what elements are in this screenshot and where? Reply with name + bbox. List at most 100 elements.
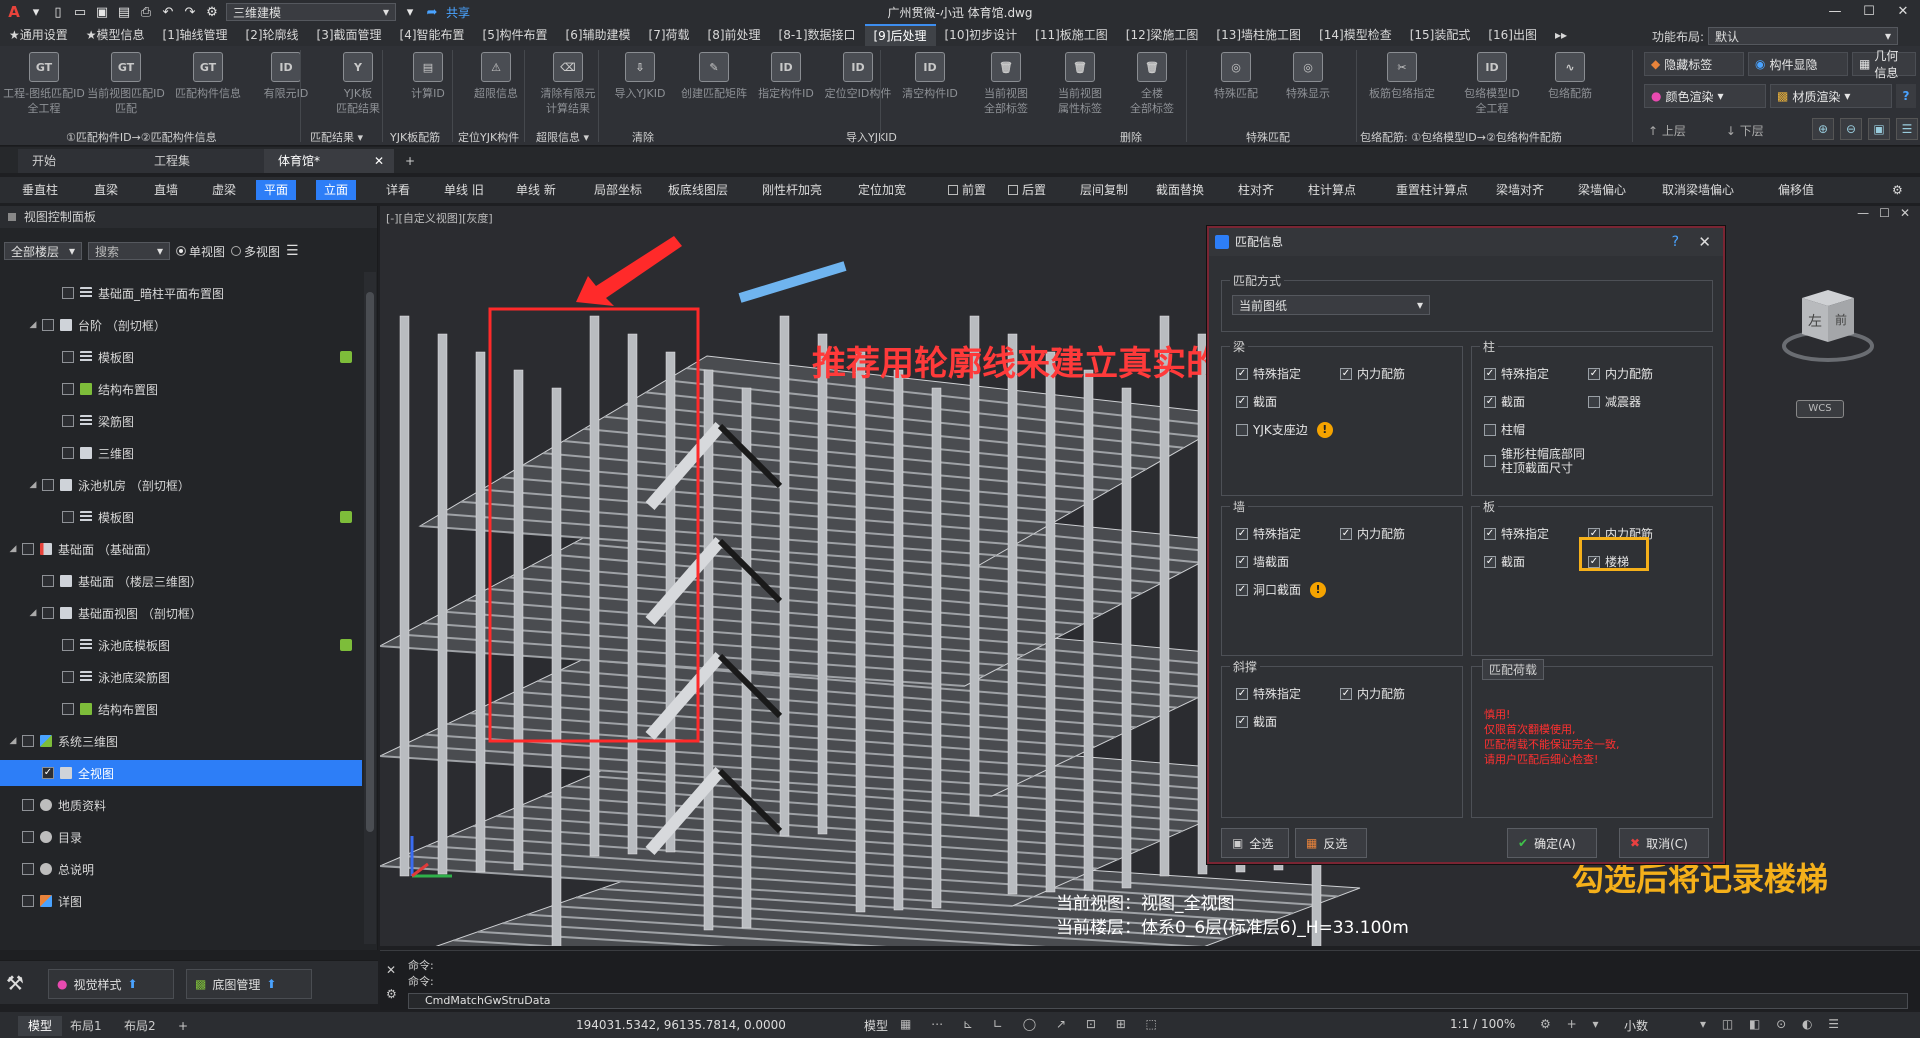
expand-arrow-icon[interactable]: ◢: [28, 608, 38, 618]
dialog-title-bar[interactable]: 匹配信息 ? ✕: [1209, 228, 1723, 256]
tree-checkbox[interactable]: [62, 447, 74, 459]
column-damper-checkbox[interactable]: 减震器: [1588, 393, 1641, 410]
command-input[interactable]: CmdMatchGwStruData: [408, 993, 1908, 1009]
ribbon-group-label[interactable]: ①匹配构件ID→②匹配构件信息: [66, 129, 217, 145]
down-floor-button[interactable]: ↓ 下层: [1726, 122, 1764, 139]
tree-checkbox[interactable]: [62, 671, 74, 683]
wall-special-checkbox[interactable]: ✓ 特殊指定: [1236, 525, 1301, 542]
beam-special-checkbox[interactable]: ✓ 特殊指定: [1236, 365, 1301, 382]
color-render-button[interactable]: ● 颜色渲染 ▾: [1644, 84, 1766, 108]
hide-label-button[interactable]: ◆ 隐藏标签: [1644, 52, 1744, 76]
tree-checkbox[interactable]: [42, 607, 54, 619]
beam-force-checkbox[interactable]: ✓ 内力配筋: [1340, 365, 1405, 382]
redo-icon[interactable]: ↷: [182, 4, 198, 20]
zoom-in-icon[interactable]: ⊕: [1812, 118, 1834, 140]
tab-menu-4[interactable]: [3]截面管理: [308, 24, 391, 46]
tree-item[interactable]: ◢ 基础面 （基础面）: [0, 536, 362, 562]
ribbon-button-14[interactable]: 🗑 当前视图 属性标签: [1040, 52, 1120, 116]
close-icon[interactable]: ✕: [1698, 228, 1711, 256]
component-display-button[interactable]: ◉ 构件显隐: [1748, 52, 1848, 76]
open-folder-icon[interactable]: ▭: [72, 4, 88, 20]
wall-force-checkbox[interactable]: ✓ 内力配筋: [1340, 525, 1405, 542]
ribbon-button-8[interactable]: ⇩ 导入YJKID: [600, 52, 680, 101]
expand-arrow-icon[interactable]: ◢: [8, 736, 18, 746]
viewport-restore-icon[interactable]: ☐: [1879, 206, 1890, 220]
ribbon-button-19[interactable]: ID 包络模型ID 全工程: [1452, 52, 1532, 116]
tab-menu-16[interactable]: [14]模型检查: [1310, 24, 1401, 46]
match-load-button[interactable]: 匹配荷载: [1482, 659, 1545, 680]
zoom-out-icon[interactable]: ⊖: [1840, 118, 1862, 140]
select-all-button[interactable]: ▣ 全选: [1221, 828, 1289, 858]
tree-checkbox[interactable]: [62, 703, 74, 715]
ribbon-group-label[interactable]: 特殊匹配: [1246, 129, 1290, 145]
wrench-icon[interactable]: ⚙: [386, 987, 397, 1001]
brace-force-checkbox[interactable]: ✓ 内力配筋: [1340, 685, 1405, 702]
toolbar-button-10[interactable]: 板底线图层: [660, 180, 736, 200]
help-icon[interactable]: ?: [1896, 84, 1916, 108]
base-map-button[interactable]: ▩ 底图管理 ⬆: [186, 969, 312, 999]
add-tab-button[interactable]: +: [398, 149, 422, 173]
toolbar-button-16[interactable]: 截面替换: [1148, 180, 1212, 200]
tree-scrollbar[interactable]: [364, 272, 376, 944]
layout-select[interactable]: 默认 ▾: [1708, 27, 1898, 45]
tab-menu-11[interactable]: [9]后处理: [864, 24, 936, 46]
ok-button[interactable]: ✔ 确定(A): [1507, 828, 1597, 858]
expand-arrow-icon[interactable]: ◢: [8, 544, 18, 554]
column-section-checkbox[interactable]: ✓ 截面: [1484, 393, 1525, 410]
tree-item[interactable]: 详图: [0, 888, 362, 914]
layout-tab-1[interactable]: 布局1: [60, 1016, 112, 1036]
column-cone-checkbox[interactable]: 锥形柱帽底部同 柱顶截面尺寸: [1484, 447, 1585, 475]
tree-item[interactable]: 模板图: [0, 344, 362, 370]
toolbar-button-9[interactable]: 局部坐标: [586, 180, 650, 200]
save-as-icon[interactable]: ▤: [116, 4, 132, 20]
tree-checkbox[interactable]: [62, 383, 74, 395]
tree-item[interactable]: 三维图: [0, 440, 362, 466]
ribbon-group-label[interactable]: 删除: [1120, 129, 1142, 145]
tree-item[interactable]: 泳池底模板图: [0, 632, 362, 658]
ribbon-button-7[interactable]: ⌫ 清除有限元 计算结果: [528, 52, 608, 116]
tab-menu-3[interactable]: [2]轮廓线: [237, 24, 308, 46]
view-style-button[interactable]: ● 视觉样式 ⬆: [48, 969, 174, 999]
viewport-close-icon[interactable]: ✕: [1900, 206, 1910, 220]
toolbar-button-15[interactable]: 层间复制: [1072, 180, 1136, 200]
add-layout-button[interactable]: +: [168, 1016, 198, 1036]
layout-tab-model[interactable]: 模型: [18, 1016, 63, 1036]
tools-icon[interactable]: ⚒: [6, 971, 24, 995]
slab-section-checkbox[interactable]: ✓ 截面: [1484, 553, 1525, 570]
tree-checkbox[interactable]: [22, 895, 34, 907]
drafting-toggles[interactable]: ▦ ⋯ ⊾ ∟ ◯ ↗ ⊡ ⊞ ⬚: [900, 1017, 1165, 1031]
brace-special-checkbox[interactable]: ✓ 特殊指定: [1236, 685, 1301, 702]
status-tools-icons[interactable]: ▾ ◫ ◧ ⊙ ◐ ☰: [1700, 1017, 1845, 1031]
tree-item[interactable]: ◢ 基础面视图 （剖切框）: [0, 600, 362, 626]
tree-checkbox[interactable]: [62, 639, 74, 651]
toolbar-button-11[interactable]: 刚性杆加亮: [754, 180, 830, 200]
toolbar-button-8[interactable]: 单线 新: [508, 180, 564, 200]
close-icon[interactable]: ✕: [1886, 0, 1920, 24]
tab-menu-15[interactable]: [13]墙柱施工图: [1207, 24, 1310, 46]
tree-item[interactable]: 目录: [0, 824, 362, 850]
dropdown-arrow-icon[interactable]: ▾: [402, 4, 418, 20]
toolbar-button-2[interactable]: 直墙: [146, 180, 186, 200]
tree-item[interactable]: 模板图: [0, 504, 362, 530]
ribbon-button-15[interactable]: 🗑 全楼 全部标签: [1112, 52, 1192, 116]
ribbon-button-1[interactable]: GT 当前视图匹配ID 匹配: [86, 52, 166, 116]
new-file-icon[interactable]: ▯: [50, 4, 66, 20]
toolbar-button-13[interactable]: 前置: [940, 180, 994, 200]
ribbon-group-label[interactable]: 定位YJK构件: [458, 129, 519, 145]
beam-yjk-checkbox[interactable]: YJK支座边!: [1236, 421, 1333, 438]
tab-menu-2[interactable]: [1]轴线管理: [154, 24, 237, 46]
beam-section-checkbox[interactable]: ✓ 截面: [1236, 393, 1277, 410]
ribbon-group-label[interactable]: 清除: [632, 129, 654, 145]
column-force-checkbox[interactable]: ✓ 内力配筋: [1588, 365, 1653, 382]
wall-section-checkbox[interactable]: ✓ 墙截面: [1236, 553, 1289, 570]
tree-checkbox[interactable]: [42, 479, 54, 491]
zoom-extent-icon[interactable]: ▣: [1868, 118, 1890, 140]
units-select[interactable]: 小数: [1624, 1017, 1648, 1034]
model-space-toggle[interactable]: 模型: [864, 1017, 888, 1034]
ribbon-group-label[interactable]: 导入YJKID: [846, 129, 897, 145]
toolbar-button-17[interactable]: 柱对齐: [1230, 180, 1282, 200]
tree-item[interactable]: ◢ 台阶 （剖切框）: [0, 312, 362, 338]
share-label[interactable]: 共享: [446, 4, 470, 21]
toolbar-button-4[interactable]: 平面: [256, 180, 297, 200]
tab-project-set[interactable]: 工程集: [140, 149, 270, 173]
